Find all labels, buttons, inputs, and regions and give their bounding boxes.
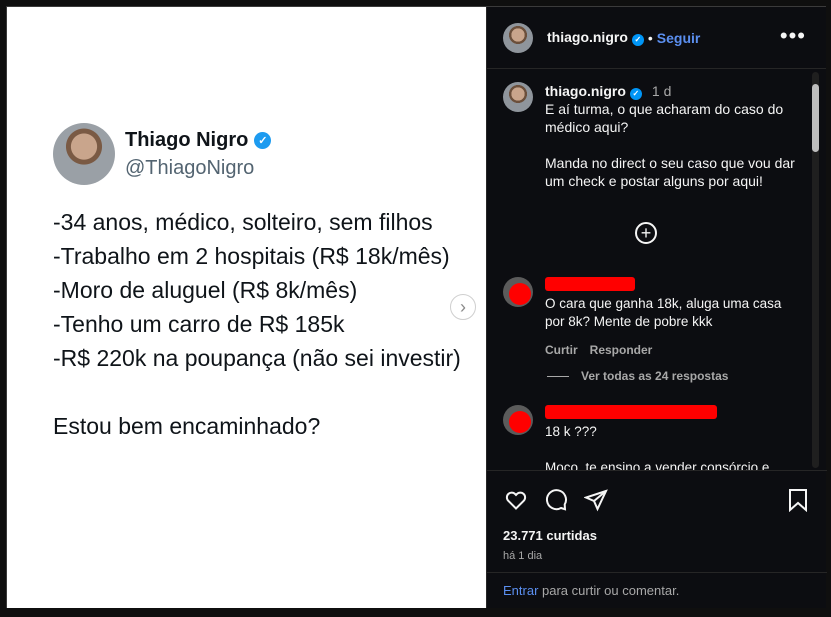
comment-bubble-icon[interactable] [543,487,569,513]
tweet-author-name: Thiago Nigro ✓ [125,129,272,152]
post-header: thiago.nigro ✓ • Seguir ••• [487,7,826,69]
tweet-question: Estou bem encaminhado? [53,413,321,439]
comment-item: O cara que ganha 18k, aluga uma casa por… [503,277,795,359]
post-actions: 23.771 curtidas há 1 dia Entrar para cur… [487,470,827,608]
tweet-line: -R$ 220k na poupança (não sei investir) [53,345,461,371]
tweet-line: -Moro de aluguel (R$ 8k/mês) [53,277,358,303]
comment-item: 18 k ??? Moço, te ensino a vender consór… [503,405,795,470]
save-bookmark-icon[interactable] [785,487,811,513]
redacted-username [545,405,717,419]
tweet-avatar [53,123,115,185]
author-avatar[interactable] [503,22,533,53]
login-prompt-text: para curtir ou comentar. [538,583,680,598]
login-link[interactable]: Entrar [503,583,538,598]
post-caption: thiago.nigro ✓ 1 d E aí turma, o que achar… [503,82,805,190]
comment-content: 18 k ??? Moço, te ensino a vender consór… [545,405,795,470]
caption-text: thiago.nigro ✓ 1 d E aí turma, o que achar… [545,82,805,190]
likes-count[interactable]: 23.771 curtidas [503,528,597,543]
reply-comment-button[interactable]: Responder [590,341,653,359]
caption-avatar[interactable] [503,82,533,112]
comments-scrollbar[interactable] [812,72,819,468]
header-username-text[interactable]: thiago.nigro [547,29,628,45]
comment-text: O cara que ganha 18k, aluga uma casa por… [545,296,782,329]
tweet-name-text: Thiago Nigro [125,129,249,151]
post-side-panel: thiago.nigro ✓ • Seguir ••• thiago.nigro ✓… [486,7,827,608]
commenter-avatar[interactable] [503,405,533,435]
view-replies-text[interactable]: Ver todas as 24 respostas [581,369,728,383]
tweet-line: -34 anos, médico, solteiro, sem filhos [53,209,433,235]
separator-dot: • [647,29,653,46]
load-more-comments-plus-icon[interactable]: + [635,222,657,244]
verified-icon: ✓ [629,88,642,100]
caption-username[interactable]: thiago.nigro [545,83,626,99]
redacted-username [545,277,635,291]
redaction-mark [509,411,531,433]
verified-badge-icon: ✓ [254,132,272,149]
commenter-avatar[interactable] [503,277,533,307]
login-prompt: Entrar para curtir ou comentar. [487,572,827,609]
comment-text: 18 k ??? Moço, te ensino a vender consór… [545,424,770,470]
tweet-line: -Tenho um carro de R$ 185k [53,311,345,337]
replies-divider-line [547,375,569,377]
scrollbar-thumb[interactable] [812,84,819,152]
like-comment-button[interactable]: Curtir [545,341,578,359]
comments-section[interactable]: thiago.nigro ✓ 1 d E aí turma, o que achar… [487,70,827,470]
tweet-body: -34 anos, médico, solteiro, sem filhos -… [53,205,463,443]
more-options-icon[interactable]: ••• [780,23,806,49]
caption-body: E aí turma, o que acharam do caso do méd… [545,101,795,189]
next-image-chevron-right-icon[interactable]: › [450,294,476,320]
action-icons [503,487,609,513]
follow-button[interactable]: Seguir [657,30,701,46]
comment-content: O cara que ganha 18k, aluga uma casa por… [545,277,795,359]
header-username[interactable]: thiago.nigro ✓ [547,29,644,46]
caption-time[interactable]: 1 d [652,83,671,99]
redaction-mark [509,283,531,305]
view-replies-button[interactable]: Ver todas as 24 respostas [547,369,728,383]
verified-icon: ✓ [631,33,644,46]
post-time[interactable]: há 1 dia [503,550,542,562]
share-send-icon[interactable] [583,487,609,513]
post-image[interactable]: Thiago Nigro ✓ @ThiagoNigro -34 anos, mé… [7,7,486,608]
tweet-handle: @ThiagoNigro [125,157,255,179]
tweet-line: -Trabalho em 2 hospitais (R$ 18k/mês) [53,243,450,269]
post-modal: Thiago Nigro ✓ @ThiagoNigro -34 anos, mé… [6,6,827,608]
like-heart-icon[interactable] [503,487,529,513]
comment-actions: Curtir Responder [545,341,795,359]
